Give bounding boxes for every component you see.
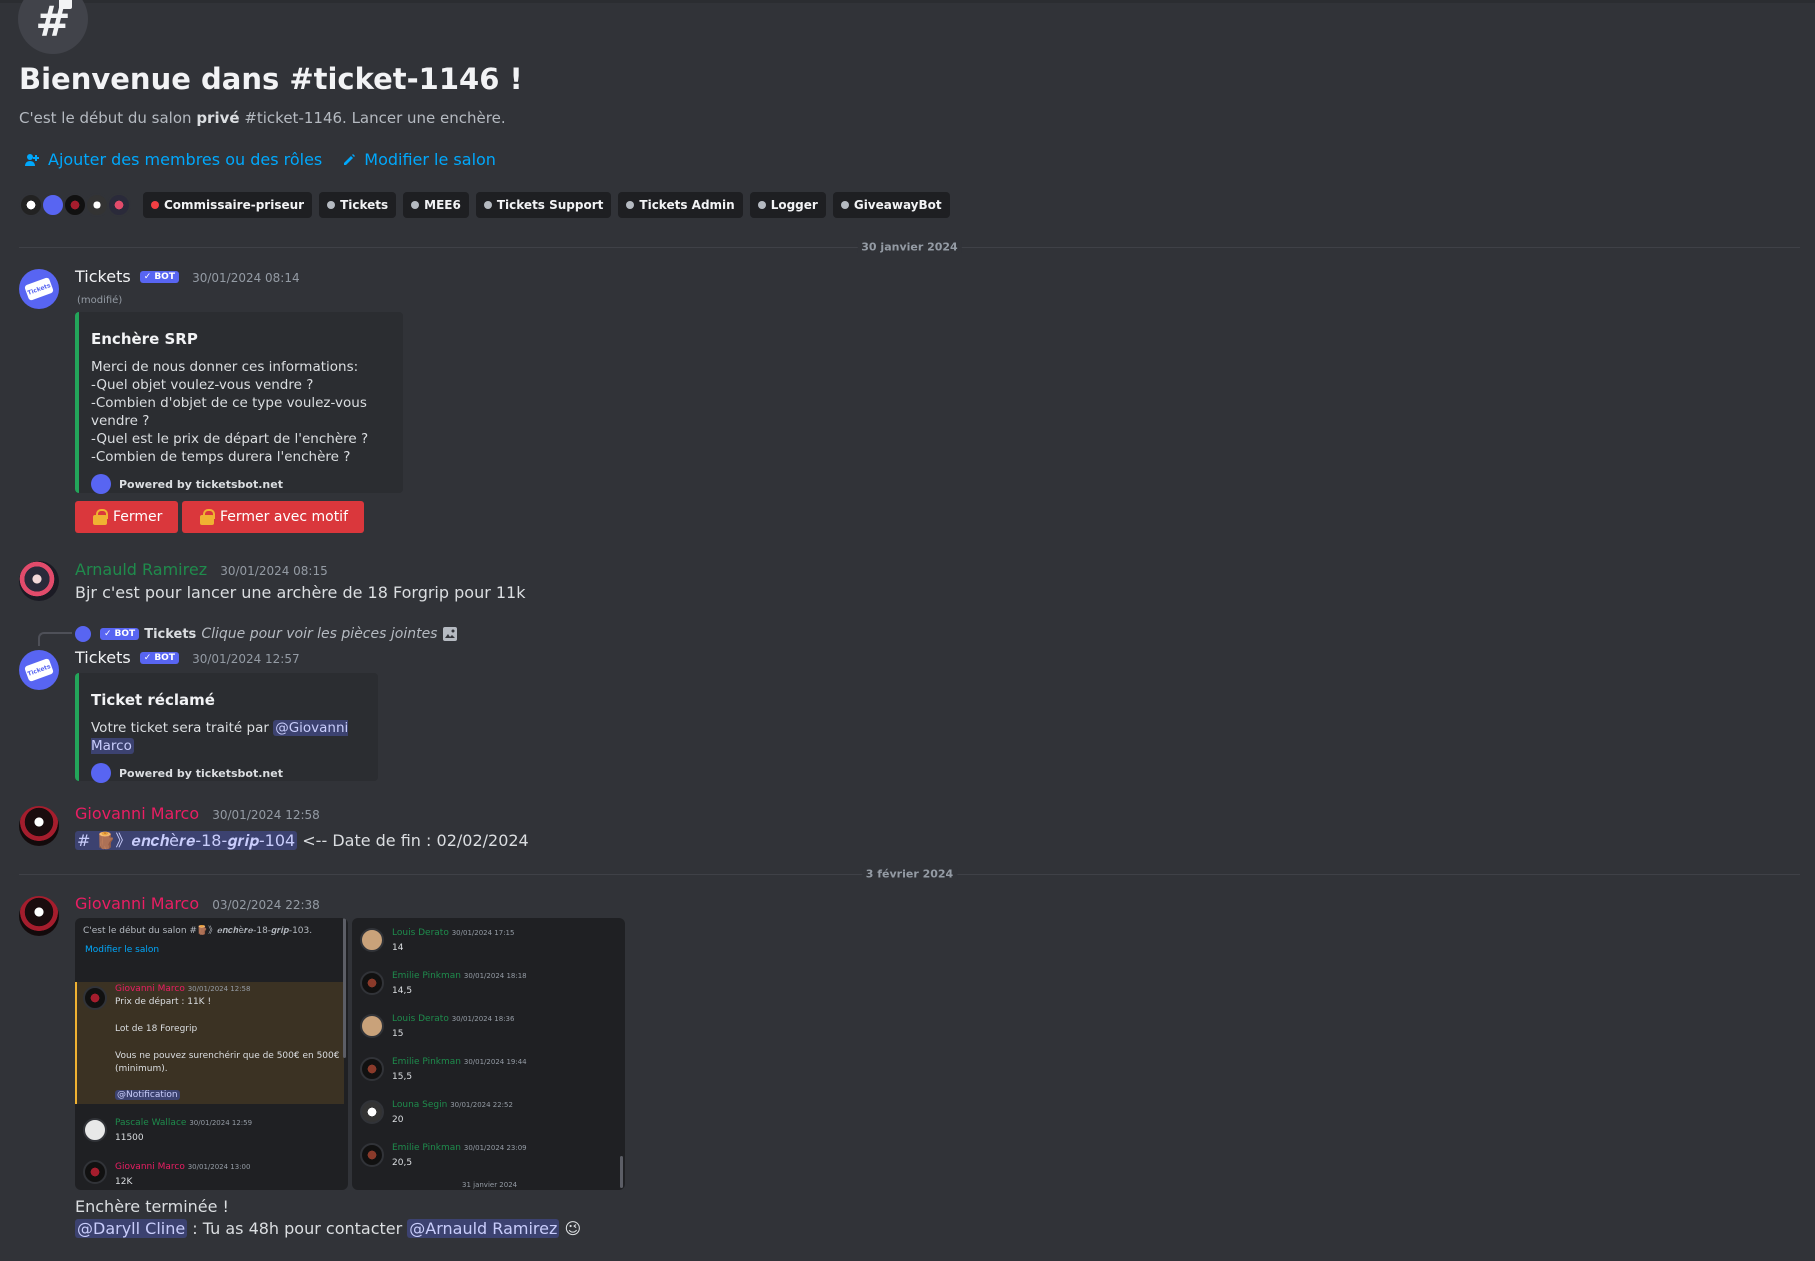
image-attachment[interactable]: Louis Derato 30/01/2024 17:15 14 Emilie … — [352, 918, 625, 1190]
close-with-reason-button[interactable]: Fermer avec motif — [182, 501, 365, 533]
member-avatar[interactable] — [107, 193, 131, 217]
embed-title: Ticket réclamé — [91, 691, 215, 709]
author-name[interactable]: Giovanni Marco — [75, 804, 199, 823]
top-border — [0, 0, 1815, 3]
reply-preview[interactable]: ✓ BOT Tickets Clique pour voir les pièce… — [75, 626, 458, 642]
wink-emoji: 😉 — [564, 1219, 582, 1238]
author-name[interactable]: Arnauld Ramirez — [75, 560, 207, 579]
user-avatar — [360, 1100, 384, 1124]
message-text: @Daryll Cline : Tu as 48h pour contacter… — [75, 1219, 582, 1238]
role-tag[interactable]: GiveawayBot — [832, 192, 950, 218]
embed-card: Enchère SRP Merci de nous donner ces inf… — [75, 312, 403, 494]
member-avatar[interactable] — [63, 193, 87, 217]
channel-hash-icon: # — [18, 0, 88, 54]
member-avatar[interactable] — [19, 193, 43, 217]
welcome-subtitle: C'est le début du salon privé #ticket-11… — [19, 109, 506, 127]
role-tag[interactable]: Tickets — [319, 192, 397, 218]
user-avatar — [360, 928, 384, 952]
member-avatar[interactable] — [41, 193, 65, 217]
edited-label: (modifié) — [77, 295, 123, 306]
user-mention[interactable]: @Daryll Cline — [75, 1219, 188, 1238]
user-avatar[interactable] — [19, 561, 59, 601]
message-text: # 🪵》𝒆𝒏𝒄𝒉è𝒓𝒆-18-𝒈𝒓𝒊𝒑-104 <-- Date de fin … — [75, 831, 529, 850]
embed-description: Votre ticket sera traité par @Giovanni M… — [91, 720, 349, 754]
message-header: Tickets ✓ BOT 30/01/2024 08:14 — [75, 267, 300, 286]
role-color-dot — [840, 201, 849, 209]
date-divider: 30 janvier 2024 — [19, 240, 1800, 254]
scrollbar — [343, 918, 346, 1058]
message-text: Bjr c'est pour lancer une archère de 18 … — [75, 583, 526, 602]
user-avatar[interactable] — [19, 806, 59, 846]
member-avatar[interactable] — [85, 193, 109, 217]
edit-channel-link[interactable]: Modifier le salon — [342, 150, 496, 169]
message-header: Giovanni Marco 30/01/2024 12:58 — [75, 804, 320, 823]
bot-badge: ✓ BOT — [139, 271, 179, 283]
lock-icon — [200, 509, 215, 525]
user-avatar — [83, 986, 107, 1010]
reply-connector — [38, 632, 72, 646]
role-color-dot — [327, 201, 336, 209]
image-attachment[interactable]: C'est le début du salon #🪵》𝒆𝒏𝒄𝒉è𝒓𝒆-18-𝒈𝒓… — [75, 918, 348, 1190]
date-divider: 3 février 2024 — [19, 867, 1800, 881]
timestamp: 30/01/2024 08:14 — [192, 271, 300, 285]
role-tag[interactable]: Tickets Admin — [618, 192, 743, 218]
embed-title: Enchère SRP — [91, 330, 198, 348]
author-name[interactable]: Giovanni Marco — [75, 894, 199, 913]
ticketsbot-icon — [91, 474, 111, 494]
user-avatar[interactable] — [19, 896, 59, 936]
close-button[interactable]: Fermer — [75, 501, 179, 533]
user-avatar — [360, 1014, 384, 1038]
role-tag[interactable]: Tickets Support — [475, 192, 612, 218]
lock-icon — [93, 509, 108, 525]
user-avatar — [83, 1160, 107, 1184]
welcome-title: Bienvenue dans #ticket-1146 ! — [19, 62, 523, 96]
channel-mention[interactable]: # 🪵》𝒆𝒏𝒄𝒉è𝒓𝒆-18-𝒈𝒓𝒊𝒑-104 — [75, 831, 298, 850]
tickets-bot-avatar[interactable]: Tickets — [19, 650, 59, 690]
role-color-dot — [151, 201, 159, 209]
message-header: Tickets ✓ BOT 30/01/2024 12:57 — [75, 648, 300, 667]
tickets-bot-mini-avatar — [75, 626, 91, 642]
role-color-dot — [626, 201, 635, 209]
role-color-dot — [757, 201, 766, 209]
scrollbar — [620, 1156, 623, 1188]
welcome-actions: Ajouter des membres ou des rôles Modifie… — [24, 150, 496, 169]
bot-badge: ✓ BOT — [139, 652, 179, 664]
embed-footer: Powered by ticketsbot.net — [91, 474, 387, 494]
author-name[interactable]: Tickets — [75, 648, 131, 667]
add-members-link[interactable]: Ajouter des membres ou des rôles — [24, 150, 322, 169]
ticketsbot-icon — [91, 763, 111, 783]
timestamp: 30/01/2024 12:57 — [192, 652, 300, 666]
tickets-bot-avatar[interactable]: Tickets — [19, 269, 59, 309]
message-header: Giovanni Marco 03/02/2024 22:38 — [75, 894, 320, 913]
role-tag[interactable]: Logger — [749, 192, 826, 218]
role-list: Commissaire-priseur Tickets MEE6 Tickets… — [143, 192, 950, 218]
bot-badge: ✓ BOT — [100, 628, 140, 640]
image-icon — [443, 627, 458, 641]
role-tag[interactable]: MEE6 — [403, 192, 469, 218]
pencil-icon — [344, 153, 356, 165]
user-avatar — [360, 1057, 384, 1081]
embed-card: Ticket réclamé Votre ticket sera traité … — [75, 673, 378, 783]
timestamp: 30/01/2024 12:58 — [212, 808, 320, 822]
role-color-dot — [483, 201, 492, 209]
message-header: Arnauld Ramirez 30/01/2024 08:15 — [75, 560, 328, 579]
timestamp: 03/02/2024 22:38 — [212, 898, 320, 912]
author-name[interactable]: Tickets — [75, 267, 131, 286]
add-user-icon — [25, 153, 39, 166]
embed-description: Merci de nous donner ces informations: -… — [91, 359, 369, 465]
user-avatar — [83, 1118, 107, 1142]
role-tag[interactable]: Commissaire-priseur — [143, 192, 313, 218]
user-mention[interactable]: @Arnauld Ramirez — [407, 1219, 560, 1238]
timestamp: 30/01/2024 08:15 — [220, 564, 328, 578]
channel-members-row: Commissaire-priseur Tickets MEE6 Tickets… — [19, 192, 950, 218]
embed-footer: Powered by ticketsbot.net — [91, 763, 362, 783]
role-color-dot — [411, 201, 420, 209]
user-avatar — [360, 1143, 384, 1167]
user-avatar — [360, 971, 384, 995]
message-text: Enchère terminée ! — [75, 1197, 229, 1216]
